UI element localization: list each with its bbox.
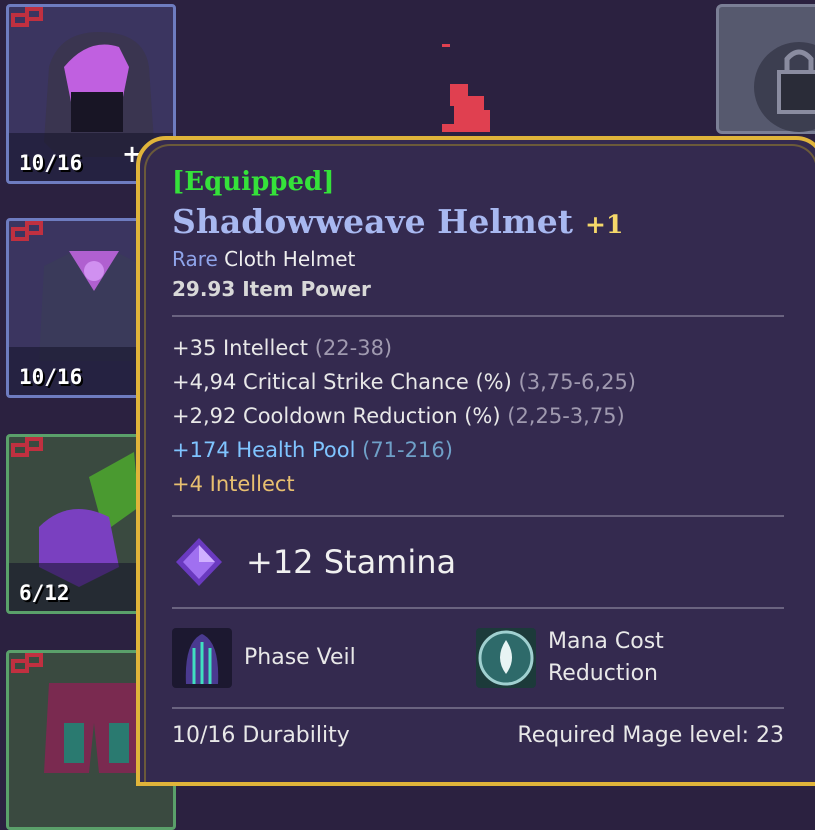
stat-range: (2,25-3,75) <box>507 404 625 428</box>
divider <box>172 315 784 317</box>
stat-value: +174 Health Pool <box>172 438 356 462</box>
broken-chain-icon <box>11 7 43 27</box>
broken-chain-icon <box>11 437 43 457</box>
stat-value: +35 Intellect <box>172 336 309 360</box>
item-tooltip: [Equipped] Shadowweave Helmet +1 Rare Cl… <box>136 136 815 786</box>
gem-stat: +12 Stamina <box>246 543 457 581</box>
upgrade-level: +1 <box>585 210 624 239</box>
abilities-row: Phase Veil Mana Cost Reduction <box>172 623 784 693</box>
tooltip-content: [Equipped] Shadowweave Helmet +1 Rare Cl… <box>172 166 784 748</box>
rarity-label: Rare <box>172 247 218 271</box>
equipped-status: [Equipped] <box>172 167 335 197</box>
item-type: Cloth Helmet <box>224 247 356 271</box>
stat-line: +35 Intellect (22-38) <box>172 331 784 365</box>
red-drop-decoration <box>442 44 490 132</box>
divider <box>172 707 784 709</box>
stat-line-health: +174 Health Pool (71-216) <box>172 433 784 467</box>
stat-value: +4,94 Critical Strike Chance (%) <box>172 370 512 394</box>
stat-range: (22-38) <box>314 336 393 360</box>
gem-socket: +12 Stamina <box>172 531 784 593</box>
stat-line: +4,94 Critical Strike Chance (%) (3,75-6… <box>172 365 784 399</box>
divider <box>172 607 784 609</box>
item-type-line: Rare Cloth Helmet <box>172 247 784 271</box>
ability-label-line2: Reduction <box>548 661 658 686</box>
ability-label: Phase Veil <box>244 645 356 670</box>
purple-gem-icon <box>176 538 222 586</box>
stat-value: +4 Intellect <box>172 472 295 496</box>
durability-text: 10/16 Durability <box>172 723 350 748</box>
ability-label-line1: Mana Cost <box>548 629 664 654</box>
phase-veil-icon <box>172 628 232 688</box>
durability-count: 10/16 <box>19 151 83 175</box>
tooltip-footer: 10/16 Durability Required Mage level: 23 <box>172 723 784 748</box>
stat-line: +2,92 Cooldown Reduction (%) (2,25-3,75) <box>172 399 784 433</box>
durability-count: 6/12 <box>19 581 70 605</box>
stat-line-bonus: +4 Intellect <box>172 467 784 501</box>
durability-count: 10/16 <box>19 365 83 389</box>
locked-slot[interactable] <box>716 4 815 134</box>
broken-chain-icon <box>11 653 43 673</box>
title-row: Shadowweave Helmet +1 <box>172 202 784 241</box>
item-power: 29.93 Item Power <box>172 277 371 301</box>
mana-cost-reduction-icon <box>476 628 536 688</box>
divider <box>172 515 784 517</box>
ability-mana-cost-reduction[interactable]: Mana Cost Reduction <box>476 626 780 690</box>
ability-label: Mana Cost Reduction <box>548 626 664 690</box>
item-name: Shadowweave Helmet <box>172 202 574 241</box>
stat-value: +2,92 Cooldown Reduction (%) <box>172 404 501 428</box>
stat-range: (71-216) <box>362 438 453 462</box>
stat-range: (3,75-6,25) <box>518 370 636 394</box>
ability-phase-veil[interactable]: Phase Veil <box>172 628 476 688</box>
lock-icon <box>754 42 815 132</box>
broken-chain-icon <box>11 221 43 241</box>
level-requirement: Required Mage level: 23 <box>517 723 784 748</box>
